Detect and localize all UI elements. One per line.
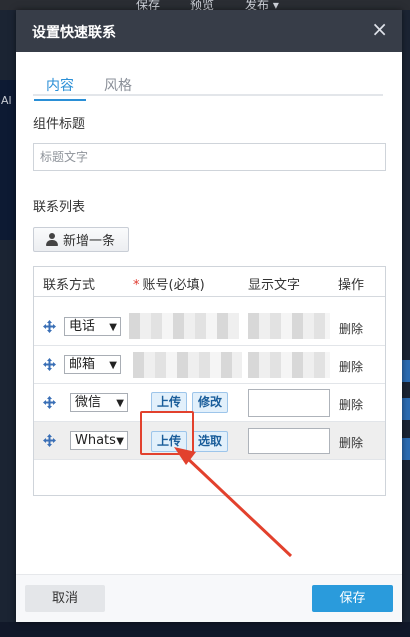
annotation-arrow — [174, 447, 293, 558]
